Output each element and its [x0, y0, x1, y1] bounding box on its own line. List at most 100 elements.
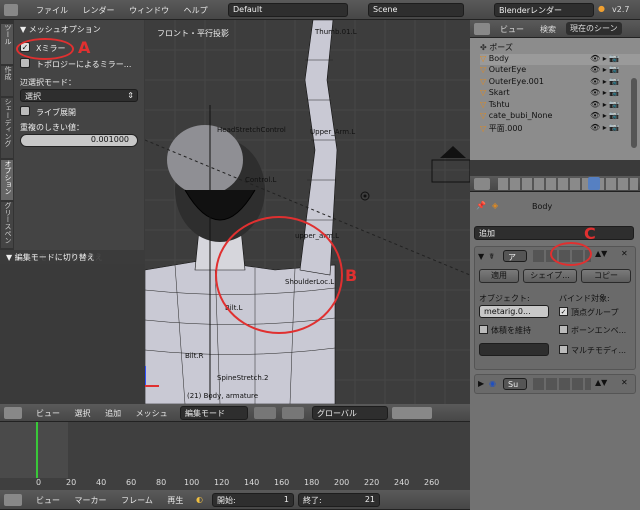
- view-label: フロント・平行投影: [157, 29, 229, 38]
- render-engine-selector[interactable]: Blenderレンダー: [494, 3, 594, 17]
- tab-options[interactable]: オプション: [1, 160, 13, 200]
- timeline[interactable]: 0 20 40 60 80 100 120 140 160 180 200 22…: [0, 422, 470, 490]
- visibility-icon[interactable]: 👁 ▸ 📷: [590, 77, 619, 86]
- menu-render[interactable]: レンダー: [83, 5, 115, 16]
- outliner-tab-view[interactable]: ビュー: [500, 24, 524, 35]
- properties-editor-icon[interactable]: [474, 178, 490, 190]
- breadcrumb-body: Body: [532, 202, 553, 211]
- start-frame-field[interactable]: 開始: 1: [212, 493, 294, 507]
- outliner-item-outereye-001[interactable]: ▽ OuterEye.001 👁 ▸ 📷: [480, 77, 640, 89]
- keying-icon[interactable]: ◐: [196, 495, 203, 504]
- copy-button[interactable]: コピー: [581, 269, 631, 283]
- menu-window[interactable]: ウィンドウ: [129, 5, 169, 16]
- menu-marker[interactable]: マーカー: [75, 495, 107, 506]
- end-frame-field[interactable]: 終了: 21: [298, 493, 380, 507]
- expand-icon[interactable]: ▶: [478, 379, 484, 388]
- outliner-tab-current-scene[interactable]: 現在のシーン: [566, 22, 622, 35]
- modifier2-toggles[interactable]: [533, 378, 591, 390]
- visibility-icon[interactable]: 👁 ▸ 📷: [590, 54, 619, 63]
- screen-selector[interactable]: Default: [228, 3, 348, 17]
- outliner-item-tshtu[interactable]: ▽ Tshtu 👁 ▸ 📷: [480, 100, 640, 112]
- menu-mesh[interactable]: メッシュ: [136, 408, 168, 419]
- threshold-field[interactable]: 0.001000: [20, 134, 138, 147]
- tab-create[interactable]: 作成: [1, 66, 13, 96]
- select-mode-dropdown[interactable]: 選択 ⇕: [20, 89, 138, 102]
- armature-modifier-icon: ☤: [489, 252, 495, 261]
- multi-modifier-checkbox[interactable]: [559, 345, 568, 354]
- modifier2-name-field[interactable]: Su: [503, 378, 527, 390]
- outliner[interactable]: ✤ ポーズ ▽ Body 👁 ▸ 📷 ▽ OuterEye 👁 ▸ 📷 ▽ Oute…: [470, 38, 640, 160]
- visibility-icon[interactable]: 👁 ▸ 📷: [590, 65, 619, 74]
- preserve-volume-checkbox[interactable]: [479, 325, 488, 334]
- info-editor-icon[interactable]: [4, 4, 18, 16]
- scene-selector[interactable]: Scene: [368, 3, 464, 17]
- menu-playback[interactable]: 再生: [167, 495, 183, 506]
- select-mode-value: 選択: [25, 92, 41, 101]
- tab-grease-pencil[interactable]: グリースペン: [1, 202, 13, 248]
- orientation-selector[interactable]: グローバル: [312, 406, 388, 420]
- visibility-icon[interactable]: 👁 ▸ 📷: [590, 88, 619, 97]
- tick-140: 140: [244, 478, 260, 487]
- outliner-item-outereye[interactable]: ▽ OuterEye 👁 ▸ 📷: [480, 65, 640, 77]
- object-field[interactable]: metarig.0...: [479, 305, 549, 318]
- current-frame-marker[interactable]: [36, 422, 38, 478]
- collapse-icon[interactable]: ▼: [478, 252, 484, 261]
- menu-timeline-view[interactable]: ビュー: [36, 495, 60, 506]
- topology-mirror-checkbox[interactable]: [20, 58, 30, 68]
- remove-modifier-icon[interactable]: ✕: [621, 249, 628, 258]
- select-mode-icons[interactable]: [392, 407, 432, 419]
- menu-add[interactable]: 追加: [105, 408, 121, 419]
- visibility-icon[interactable]: 👁 ▸ 📷: [590, 100, 619, 109]
- tab-shading[interactable]: シェーディング: [1, 98, 13, 158]
- visibility-icon[interactable]: 👁 ▸ 📷: [590, 111, 619, 120]
- modifier-name-field[interactable]: ア: [503, 250, 527, 262]
- modifier-tab-icon[interactable]: [588, 177, 600, 190]
- pin-icon[interactable]: 📌: [476, 201, 486, 210]
- start-label: 開始:: [217, 496, 236, 505]
- outliner-item-skart[interactable]: ▽ Skart 👁 ▸ 📷: [480, 88, 640, 100]
- bind-to-label: バインド対象:: [559, 294, 610, 303]
- apply-button[interactable]: 適用: [479, 269, 519, 283]
- mode-selector[interactable]: 編集モード: [180, 406, 248, 420]
- bone-envelopes-checkbox[interactable]: [559, 325, 568, 334]
- remove-modifier-icon-2[interactable]: ✕: [621, 378, 628, 387]
- menu-file[interactable]: ファイル: [36, 5, 68, 16]
- pivot-icon[interactable]: [282, 407, 304, 419]
- outliner-item-body[interactable]: ▽ Body 👁 ▸ 📷: [480, 53, 640, 65]
- outliner-item-cate[interactable]: ▽ cate_bubi_None 👁 ▸ 📷: [480, 111, 640, 123]
- shading-icon[interactable]: [254, 407, 276, 419]
- timeline-editor-icon[interactable]: [4, 494, 22, 506]
- move-up-icon[interactable]: ▲▼: [595, 249, 607, 258]
- vertex-group-field[interactable]: [479, 343, 549, 356]
- viewport-status: (21) Body, armature: [187, 392, 259, 400]
- outliner-tab-search[interactable]: 検索: [540, 24, 556, 35]
- menu-view[interactable]: ビュー: [36, 408, 60, 419]
- modifier-panel-armature: ▼ ☤ ア ▲▼ ✕ 適用 シェイプ... コピー オブジェクト: metari…: [474, 246, 636, 370]
- visibility-icon[interactable]: 👁 ▸ 📷: [590, 123, 619, 132]
- properties-context-icons[interactable]: [498, 178, 638, 190]
- outliner-editor-icon[interactable]: [474, 23, 490, 35]
- add-modifier-dropdown[interactable]: 追加: [474, 226, 634, 240]
- toggle-edit-mode-label[interactable]: ▼ 編集モードに切り替え: [6, 252, 95, 263]
- blender-logo-icon: ●: [598, 4, 605, 13]
- vertex-groups-checkbox[interactable]: ✓: [559, 307, 568, 316]
- move-up-icon-2[interactable]: ▲▼: [595, 378, 607, 387]
- menu-frame[interactable]: フレーム: [121, 495, 153, 506]
- 3d-viewport[interactable]: フロント・平行投影 Upper_Arm.L upper_arm.L HeadSt…: [145, 20, 470, 404]
- apply-as-shape-button[interactable]: シェイプ...: [523, 269, 577, 283]
- tick-200: 200: [334, 478, 350, 487]
- version-label: v2.7: [612, 5, 630, 14]
- menu-help[interactable]: ヘルプ: [184, 5, 208, 16]
- annotation-a-label: A: [78, 38, 91, 57]
- outliner-scrollbar[interactable]: [631, 78, 637, 148]
- annotation-b-label: B: [345, 266, 358, 285]
- outliner-item-plane[interactable]: ▽ 平面.000 👁 ▸ 📷: [480, 123, 640, 135]
- tab-tools[interactable]: ツール: [1, 24, 13, 64]
- tick-180: 180: [304, 478, 320, 487]
- scene-name: Scene: [373, 5, 398, 14]
- mesh-options-header[interactable]: ▼ メッシュオプション: [20, 24, 101, 35]
- view3d-editor-icon[interactable]: [4, 407, 22, 419]
- outliner-item-pose[interactable]: ✤ ポーズ: [480, 42, 640, 54]
- live-unwrap-checkbox[interactable]: [20, 106, 30, 116]
- menu-select[interactable]: 選択: [75, 408, 91, 419]
